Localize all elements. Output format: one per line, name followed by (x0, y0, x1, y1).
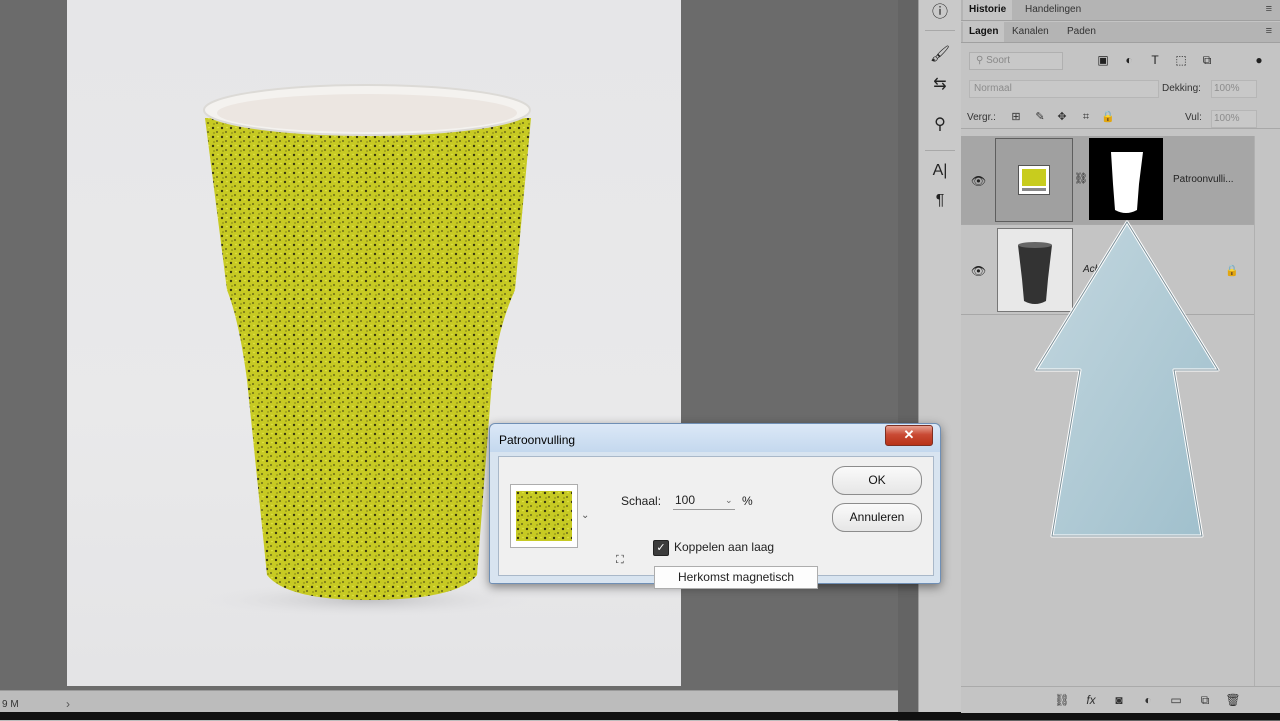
status-menu-arrow[interactable]: › (66, 697, 70, 711)
link-layer-label[interactable]: Koppelen aan laag (674, 540, 774, 554)
tab-lagen[interactable]: Lagen (963, 22, 1005, 42)
filter-shape-icon[interactable]: ⬚ (1173, 52, 1189, 68)
fx-icon[interactable]: fx (1082, 691, 1100, 709)
layers-bottom-bar: ⛓ fx ◙ ◐ ▭ ⧉ 🗑 (961, 686, 1280, 713)
dialog-titlebar[interactable]: Patroonvulling ✕ (490, 424, 940, 452)
link-chain-icon[interactable]: ⛓ (1074, 172, 1088, 185)
history-tabbar: Historie Handelingen ≡ (961, 0, 1280, 21)
divider (925, 150, 955, 151)
character-icon[interactable]: A| (929, 160, 951, 182)
arrow-up-icon (1034, 220, 1220, 538)
blend-mode-select[interactable]: Normaal (969, 80, 1159, 98)
opacity-label: Dekking: (1162, 83, 1201, 94)
lock-transparency-icon[interactable]: ⊞ (1009, 110, 1023, 124)
scale-chevron-down-icon[interactable]: ⌄ (725, 495, 733, 506)
filter-toggle-icon[interactable]: ● (1251, 52, 1267, 68)
layers-tabbar: Lagen Kanalen Paden ≡ (961, 22, 1280, 43)
ok-button[interactable]: OK (832, 466, 922, 495)
trash-icon[interactable]: 🗑 (1224, 691, 1242, 709)
fill-label: Vul: (1185, 112, 1202, 123)
lock-move-icon[interactable]: ✥ (1055, 110, 1069, 124)
snap-to-origin-button[interactable]: Herkomst magnetisch (654, 566, 818, 589)
tab-paden[interactable]: Paden (1061, 22, 1102, 42)
layers-scrollbar[interactable] (1254, 136, 1280, 686)
snap-origin-icon[interactable]: ⛶ (616, 554, 624, 567)
lock-row: Vergr.: ⊞ ✎ ✥ ⌗ 🔒 Vul: 100% (961, 106, 1280, 129)
filter-type-icon[interactable]: T (1147, 52, 1163, 68)
filter-kind-select[interactable]: ⚲ Soort (969, 52, 1063, 70)
clone-icon[interactable]: ⚲ (929, 114, 951, 136)
mask-icon[interactable]: ◙ (1110, 691, 1128, 709)
visibility-eye-icon[interactable]: 👁 (971, 264, 986, 278)
scale-unit: % (742, 494, 753, 508)
layer-name[interactable]: Patroonvulli... (1173, 174, 1234, 185)
tab-kanalen[interactable]: Kanalen (1006, 22, 1055, 42)
adjustment-icon[interactable]: ◐ (1139, 691, 1157, 709)
filter-pixel-icon[interactable]: ▣ (1095, 52, 1111, 68)
new-layer-icon[interactable]: ⧉ (1196, 691, 1214, 709)
layer-filter-row: ⚲ Soort ▣ ◐ T ⬚ ⧉ ● (961, 46, 1280, 74)
layers-menu-icon[interactable]: ≡ (1266, 25, 1272, 37)
layer-lock-icon: 🔒 (1225, 265, 1239, 277)
lock-label: Vergr.: (967, 112, 996, 123)
link-layer-checkbox[interactable]: ✓ (653, 540, 669, 556)
adjust-icon[interactable]: ⇆ (929, 74, 951, 96)
dialog-title: Patroonvulling (499, 433, 576, 447)
fill-input[interactable]: 100% (1211, 110, 1257, 128)
pattern-swatch (516, 491, 572, 541)
filter-smart-icon[interactable]: ⧉ (1199, 52, 1215, 68)
layer-mask-thumbnail[interactable] (1089, 138, 1163, 220)
panel-icon-column: ⓘ 🖌 ⇆ ⚲ A| ¶ (918, 0, 962, 712)
panel-menu-icon[interactable]: ≡ (1266, 3, 1272, 15)
divider (925, 30, 955, 31)
brush-icon[interactable]: 🖌 (929, 44, 951, 66)
close-button[interactable]: ✕ (885, 425, 933, 446)
scale-label: Schaal: (621, 494, 662, 508)
info-icon[interactable]: ⓘ (929, 2, 951, 24)
tab-historie[interactable]: Historie (963, 0, 1013, 20)
folder-icon[interactable]: ▭ (1167, 691, 1185, 709)
layer-thumbnail (995, 138, 1073, 222)
blend-row: Normaal Dekking: 100% (961, 78, 1280, 100)
tab-handelingen[interactable]: Handelingen (1019, 0, 1087, 20)
filter-kind-label: Soort (986, 55, 1011, 66)
status-doc-size: 9 M (2, 699, 19, 710)
paragraph-icon[interactable]: ¶ (929, 190, 951, 212)
lock-artboard-icon[interactable]: ⌗ (1079, 110, 1093, 124)
bottom-strip (0, 712, 1280, 720)
lock-all-icon[interactable]: 🔒 (1101, 110, 1115, 124)
visibility-eye-icon[interactable]: 👁 (971, 174, 986, 188)
cancel-button[interactable]: Annuleren (832, 503, 922, 532)
link-icon[interactable]: ⛓ (1053, 691, 1071, 709)
pattern-picker[interactable] (510, 484, 578, 548)
lock-brush-icon[interactable]: ✎ (1033, 110, 1047, 124)
layer-row-pattern[interactable]: 👁 ⛓ Patroonvulli... (961, 136, 1254, 225)
chevron-down-icon[interactable]: ⌄ (581, 510, 589, 521)
opacity-input[interactable]: 100% (1211, 80, 1257, 98)
filter-adjust-icon[interactable]: ◐ (1121, 52, 1137, 68)
